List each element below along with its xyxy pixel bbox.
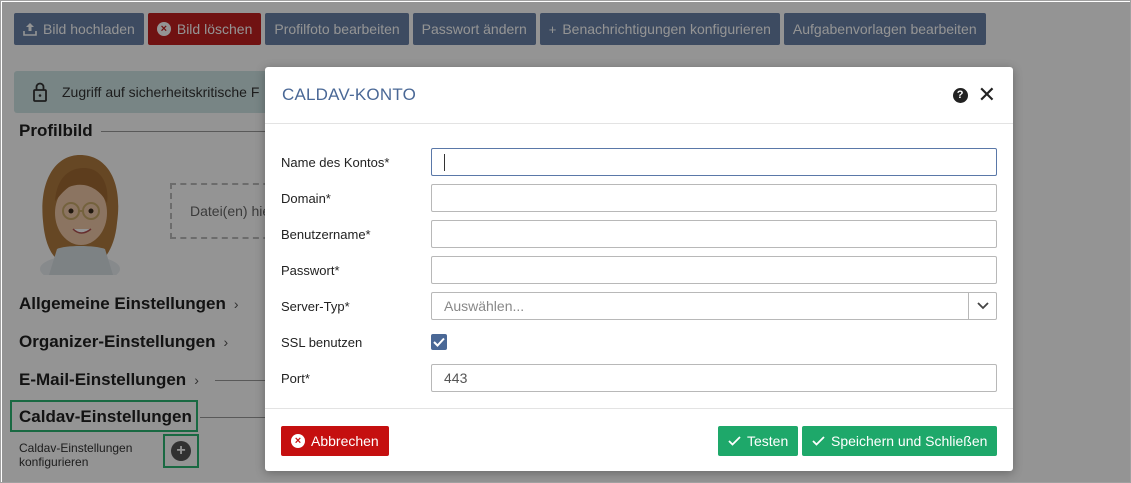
check-icon (728, 436, 741, 446)
check-icon (812, 436, 825, 446)
port-input[interactable]: 443 (431, 364, 997, 392)
account-name-input[interactable] (431, 148, 997, 176)
cancel-label: Abbrechen (311, 433, 379, 449)
chevron-down-icon[interactable] (968, 293, 996, 319)
port-row: Port* 443 (281, 364, 997, 392)
server-type-row: Server-Typ* Auswählen... (281, 292, 997, 320)
port-label: Port* (281, 370, 310, 386)
cancel-button[interactable]: × Abbrechen (281, 426, 389, 456)
password-label: Passwort* (281, 262, 340, 278)
close-icon[interactable]: ✕ (978, 84, 996, 106)
password-input[interactable] (431, 256, 997, 284)
server-type-placeholder: Auswählen... (444, 298, 525, 314)
test-label: Testen (747, 433, 789, 449)
ssl-checkbox[interactable] (431, 334, 447, 350)
check-icon (433, 337, 445, 347)
username-label: Benutzername* (281, 226, 371, 242)
username-row: Benutzername* (281, 220, 997, 248)
test-button[interactable]: Testen (718, 426, 799, 456)
domain-input[interactable] (431, 184, 997, 212)
app-frame: Bild hochladen × Bild löschen Profilfoto… (0, 0, 1131, 483)
help-icon[interactable]: ? (952, 87, 968, 103)
ssl-label: SSL benutzen (281, 334, 363, 350)
domain-row: Domain* (281, 184, 997, 212)
domain-label: Domain* (281, 190, 331, 206)
dialog-header: CALDAV-KONTO ? ✕ (265, 67, 1013, 124)
caldav-account-dialog: CALDAV-KONTO ? ✕ Name des Kontos* Domain… (265, 67, 1013, 471)
server-type-label: Server-Typ* (281, 298, 350, 314)
account-name-row: Name des Kontos* (281, 148, 997, 176)
account-name-label: Name des Kontos* (281, 154, 390, 170)
x-circle-icon: × (291, 434, 305, 448)
text-caret (444, 153, 445, 171)
save-and-close-label: Speichern und Schließen (831, 433, 988, 449)
dialog-header-actions: ? ✕ (952, 84, 996, 106)
dialog-footer: × Abbrechen Testen Speichern und Schließ… (265, 408, 1013, 471)
server-type-select[interactable]: Auswählen... (431, 292, 997, 320)
save-and-close-button[interactable]: Speichern und Schließen (802, 426, 998, 456)
password-row: Passwort* (281, 256, 997, 284)
dialog-title: CALDAV-KONTO (282, 85, 417, 104)
ssl-row: SSL benutzen (281, 334, 447, 350)
username-input[interactable] (431, 220, 997, 248)
